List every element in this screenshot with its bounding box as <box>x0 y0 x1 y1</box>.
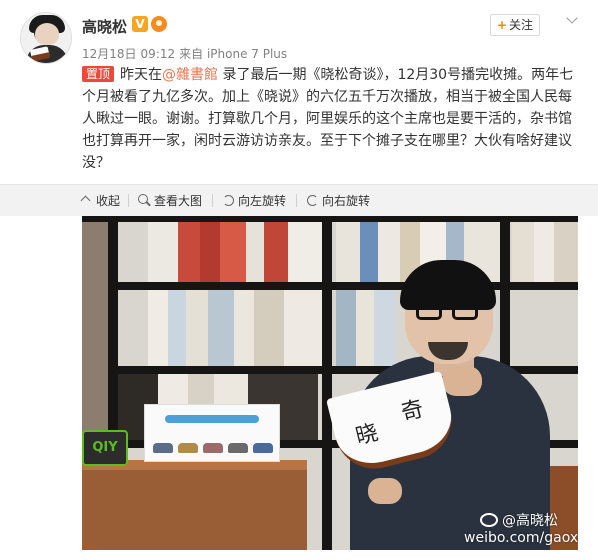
post-meta: 12月18日 09:12 来自 iPhone 7 Plus <box>82 45 291 62</box>
collapse-icon <box>80 194 92 206</box>
collapse-label: 收起 <box>96 194 121 208</box>
weibo-logo-icon <box>480 513 498 527</box>
toy-cars <box>153 439 273 455</box>
post-date[interactable]: 12月18日 <box>82 47 137 61</box>
books-row <box>148 290 322 366</box>
hand-holding-fan <box>368 478 402 504</box>
watermark-user-text: @高晓松 <box>502 513 558 529</box>
avatar-face <box>35 23 59 45</box>
pinned-badge: 置顶 <box>82 66 115 82</box>
toolbar-divider <box>296 194 297 207</box>
zoom-icon <box>138 194 150 206</box>
post-time[interactable]: 09:12 <box>141 47 176 61</box>
hand-on-chin <box>442 366 482 396</box>
verified-icon: V <box>132 16 148 32</box>
plus-icon: + <box>496 18 508 32</box>
rotate-left-label: 向左旋转 <box>238 194 287 208</box>
watermark-url: weibo.com/gaoxiaosong <box>464 530 578 546</box>
rotate-right-button[interactable]: 向右旋转 <box>306 193 370 209</box>
fan-calligraphy: 奇 <box>398 396 427 427</box>
books-row <box>512 222 578 282</box>
rotate-right-label: 向右旋转 <box>322 194 371 208</box>
books-row <box>336 290 396 366</box>
post-photo[interactable]: QIY 晓 奇 @高晓松 weibo.com/gaoxiaosong <box>82 216 578 550</box>
watermark-user: @高晓松 <box>480 510 558 530</box>
post-source: 来自 iPhone 7 Plus <box>179 47 288 61</box>
view-large-button[interactable]: 查看大图 <box>138 193 202 209</box>
post-content: 置顶 昨天在@雜書館 录了最后一期《晓松奇谈》，12月30号播完收摊。两年七个月被… <box>82 64 582 174</box>
rotate-left-icon <box>222 194 234 206</box>
post-text-before: 昨天在 <box>120 67 163 83</box>
follow-button[interactable]: + 关注 <box>490 14 540 36</box>
image-toolbar: 收起 查看大图 向左旋转 向右旋转 <box>0 184 598 216</box>
gift-box <box>144 404 280 462</box>
desk <box>82 460 307 550</box>
author-name[interactable]: 高晓松 <box>82 16 127 37</box>
rotate-left-button[interactable]: 向左旋转 <box>222 193 286 209</box>
vip-icon <box>151 16 167 32</box>
fan-calligraphy: 晓 <box>353 420 381 450</box>
toolbar-divider <box>212 194 213 207</box>
toolbar-divider <box>128 194 129 207</box>
follow-label: 关注 <box>509 18 534 32</box>
box-logo <box>165 415 259 423</box>
glasses <box>416 304 482 320</box>
view-large-label: 查看大图 <box>154 194 203 208</box>
shelf-post <box>322 216 332 550</box>
books-row <box>148 222 322 282</box>
avatar[interactable] <box>20 12 72 64</box>
collapse-button[interactable]: 收起 <box>80 193 120 209</box>
mention-link[interactable]: @雜書館 <box>162 67 218 83</box>
chevron-down-icon[interactable] <box>566 14 580 28</box>
rotate-right-icon <box>306 194 318 206</box>
iqiyi-logo: QIY <box>82 430 128 466</box>
